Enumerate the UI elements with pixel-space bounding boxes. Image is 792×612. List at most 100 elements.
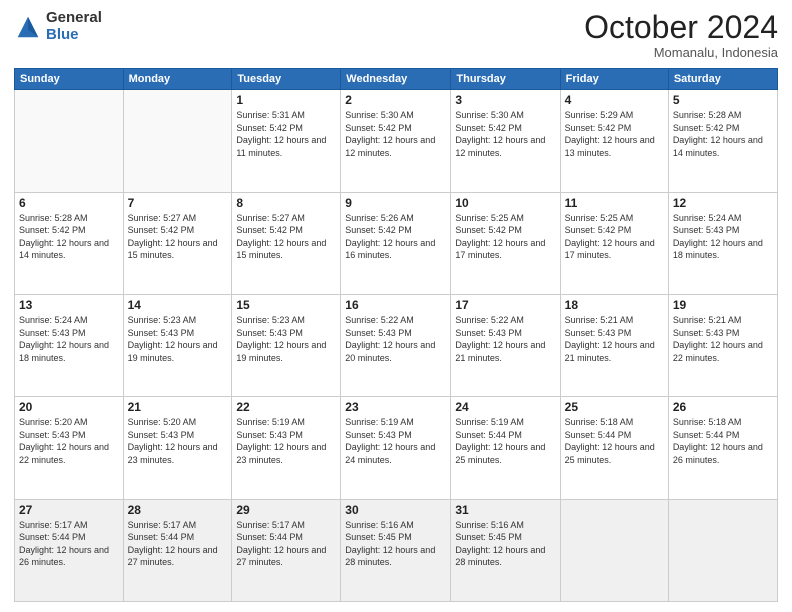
day-number: 3 <box>455 93 555 107</box>
logo: General Blue <box>14 10 102 43</box>
day-number: 7 <box>128 196 228 210</box>
calendar-cell: 11 Sunrise: 5:25 AM Sunset: 5:42 PM Dayli… <box>560 192 668 294</box>
week-row-3: 20Sunrise: 5:20 AM Sunset: 5:43 PM Dayli… <box>15 397 778 499</box>
day-info: Sunrise: 5:31 AM Sunset: 5:42 PM Dayligh… <box>236 109 336 159</box>
day-number: 18 <box>565 298 664 312</box>
day-number: 17 <box>455 298 555 312</box>
calendar-cell: 21Sunrise: 5:20 AM Sunset: 5:43 PM Dayli… <box>123 397 232 499</box>
calendar-cell: 3 Sunrise: 5:30 AM Sunset: 5:42 PM Daylig… <box>451 90 560 192</box>
day-info: Sunrise: 5:25 AM Sunset: 5:42 PM Dayligh… <box>455 212 555 262</box>
day-info: Sunrise: 5:19 AM Sunset: 5:44 PM Dayligh… <box>455 416 555 466</box>
calendar-cell: 14Sunrise: 5:23 AM Sunset: 5:43 PM Dayli… <box>123 294 232 396</box>
day-info: Sunrise: 5:19 AM Sunset: 5:43 PM Dayligh… <box>345 416 446 466</box>
day-number: 21 <box>128 400 228 414</box>
day-info: Sunrise: 5:26 AM Sunset: 5:42 PM Dayligh… <box>345 212 446 262</box>
day-info: Sunrise: 5:20 AM Sunset: 5:43 PM Dayligh… <box>19 416 119 466</box>
calendar-cell: 12Sunrise: 5:24 AM Sunset: 5:43 PM Dayli… <box>668 192 777 294</box>
month-title: October 2024 <box>584 10 778 45</box>
location: Momanalu, Indonesia <box>584 45 778 60</box>
calendar-cell: 2Sunrise: 5:30 AM Sunset: 5:42 PM Daylig… <box>341 90 451 192</box>
calendar-cell: 15 Sunrise: 5:23 AM Sunset: 5:43 PM Dayli… <box>232 294 341 396</box>
calendar-cell: 26Sunrise: 5:18 AM Sunset: 5:44 PM Dayli… <box>668 397 777 499</box>
page: General Blue October 2024 Momanalu, Indo… <box>0 0 792 612</box>
calendar-cell: 16 Sunrise: 5:22 AM Sunset: 5:43 PM Dayli… <box>341 294 451 396</box>
weekday-header-sunday: Sunday <box>15 69 124 90</box>
day-number: 6 <box>19 196 119 210</box>
header: General Blue October 2024 Momanalu, Indo… <box>14 10 778 60</box>
day-info: Sunrise: 5:24 AM Sunset: 5:43 PM Dayligh… <box>673 212 773 262</box>
week-row-0: 1 Sunrise: 5:31 AM Sunset: 5:42 PM Daylig… <box>15 90 778 192</box>
calendar-cell: 5 Sunrise: 5:28 AM Sunset: 5:42 PM Daylig… <box>668 90 777 192</box>
day-info: Sunrise: 5:30 AM Sunset: 5:42 PM Dayligh… <box>455 109 555 159</box>
calendar-cell: 7 Sunrise: 5:27 AM Sunset: 5:42 PM Daylig… <box>123 192 232 294</box>
weekday-header-monday: Monday <box>123 69 232 90</box>
day-info: Sunrise: 5:27 AM Sunset: 5:42 PM Dayligh… <box>128 212 228 262</box>
calendar-cell: 19Sunrise: 5:21 AM Sunset: 5:43 PM Dayli… <box>668 294 777 396</box>
day-info: Sunrise: 5:21 AM Sunset: 5:43 PM Dayligh… <box>673 314 773 364</box>
day-number: 16 <box>345 298 446 312</box>
day-number: 23 <box>345 400 446 414</box>
day-info: Sunrise: 5:23 AM Sunset: 5:43 PM Dayligh… <box>128 314 228 364</box>
calendar-cell <box>560 499 668 601</box>
calendar-cell: 22Sunrise: 5:19 AM Sunset: 5:43 PM Dayli… <box>232 397 341 499</box>
logo-icon <box>14 13 42 41</box>
day-info: Sunrise: 5:17 AM Sunset: 5:44 PM Dayligh… <box>128 519 228 569</box>
day-number: 5 <box>673 93 773 107</box>
calendar-cell <box>123 90 232 192</box>
day-number: 31 <box>455 503 555 517</box>
calendar-cell: 18 Sunrise: 5:21 AM Sunset: 5:43 PM Dayli… <box>560 294 668 396</box>
day-number: 11 <box>565 196 664 210</box>
day-info: Sunrise: 5:18 AM Sunset: 5:44 PM Dayligh… <box>673 416 773 466</box>
calendar-table: SundayMondayTuesdayWednesdayThursdayFrid… <box>14 68 778 602</box>
logo-blue-text: Blue <box>46 27 102 44</box>
calendar-cell: 8Sunrise: 5:27 AM Sunset: 5:42 PM Daylig… <box>232 192 341 294</box>
calendar-cell: 4 Sunrise: 5:29 AM Sunset: 5:42 PM Daylig… <box>560 90 668 192</box>
week-row-1: 6Sunrise: 5:28 AM Sunset: 5:42 PM Daylig… <box>15 192 778 294</box>
day-info: Sunrise: 5:22 AM Sunset: 5:43 PM Dayligh… <box>345 314 446 364</box>
header-right: October 2024 Momanalu, Indonesia <box>584 10 778 60</box>
day-number: 15 <box>236 298 336 312</box>
weekday-header-tuesday: Tuesday <box>232 69 341 90</box>
week-row-4: 27 Sunrise: 5:17 AM Sunset: 5:44 PM Dayli… <box>15 499 778 601</box>
weekday-header-saturday: Saturday <box>668 69 777 90</box>
day-number: 8 <box>236 196 336 210</box>
calendar-cell: 23 Sunrise: 5:19 AM Sunset: 5:43 PM Dayli… <box>341 397 451 499</box>
logo-general-text: General <box>46 10 102 27</box>
calendar-cell <box>15 90 124 192</box>
calendar-cell: 30 Sunrise: 5:16 AM Sunset: 5:45 PM Dayli… <box>341 499 451 601</box>
calendar-cell: 17 Sunrise: 5:22 AM Sunset: 5:43 PM Dayli… <box>451 294 560 396</box>
day-info: Sunrise: 5:25 AM Sunset: 5:42 PM Dayligh… <box>565 212 664 262</box>
day-info: Sunrise: 5:28 AM Sunset: 5:42 PM Dayligh… <box>673 109 773 159</box>
day-info: Sunrise: 5:17 AM Sunset: 5:44 PM Dayligh… <box>236 519 336 569</box>
logo-text: General Blue <box>46 10 102 43</box>
day-number: 13 <box>19 298 119 312</box>
day-number: 30 <box>345 503 446 517</box>
weekday-header-wednesday: Wednesday <box>341 69 451 90</box>
calendar-cell: 9Sunrise: 5:26 AM Sunset: 5:42 PM Daylig… <box>341 192 451 294</box>
day-info: Sunrise: 5:21 AM Sunset: 5:43 PM Dayligh… <box>565 314 664 364</box>
calendar-cell: 28 Sunrise: 5:17 AM Sunset: 5:44 PM Dayli… <box>123 499 232 601</box>
day-number: 4 <box>565 93 664 107</box>
calendar-cell: 10 Sunrise: 5:25 AM Sunset: 5:42 PM Dayli… <box>451 192 560 294</box>
calendar-cell: 13Sunrise: 5:24 AM Sunset: 5:43 PM Dayli… <box>15 294 124 396</box>
calendar-cell: 20Sunrise: 5:20 AM Sunset: 5:43 PM Dayli… <box>15 397 124 499</box>
day-number: 25 <box>565 400 664 414</box>
day-info: Sunrise: 5:22 AM Sunset: 5:43 PM Dayligh… <box>455 314 555 364</box>
calendar-cell: 1 Sunrise: 5:31 AM Sunset: 5:42 PM Daylig… <box>232 90 341 192</box>
weekday-header-thursday: Thursday <box>451 69 560 90</box>
week-row-2: 13Sunrise: 5:24 AM Sunset: 5:43 PM Dayli… <box>15 294 778 396</box>
day-number: 10 <box>455 196 555 210</box>
day-info: Sunrise: 5:29 AM Sunset: 5:42 PM Dayligh… <box>565 109 664 159</box>
day-info: Sunrise: 5:16 AM Sunset: 5:45 PM Dayligh… <box>345 519 446 569</box>
weekday-header-row: SundayMondayTuesdayWednesdayThursdayFrid… <box>15 69 778 90</box>
day-number: 22 <box>236 400 336 414</box>
day-number: 28 <box>128 503 228 517</box>
day-info: Sunrise: 5:23 AM Sunset: 5:43 PM Dayligh… <box>236 314 336 364</box>
day-number: 1 <box>236 93 336 107</box>
weekday-header-friday: Friday <box>560 69 668 90</box>
day-number: 24 <box>455 400 555 414</box>
calendar-cell: 25Sunrise: 5:18 AM Sunset: 5:44 PM Dayli… <box>560 397 668 499</box>
day-number: 27 <box>19 503 119 517</box>
day-info: Sunrise: 5:30 AM Sunset: 5:42 PM Dayligh… <box>345 109 446 159</box>
day-info: Sunrise: 5:16 AM Sunset: 5:45 PM Dayligh… <box>455 519 555 569</box>
